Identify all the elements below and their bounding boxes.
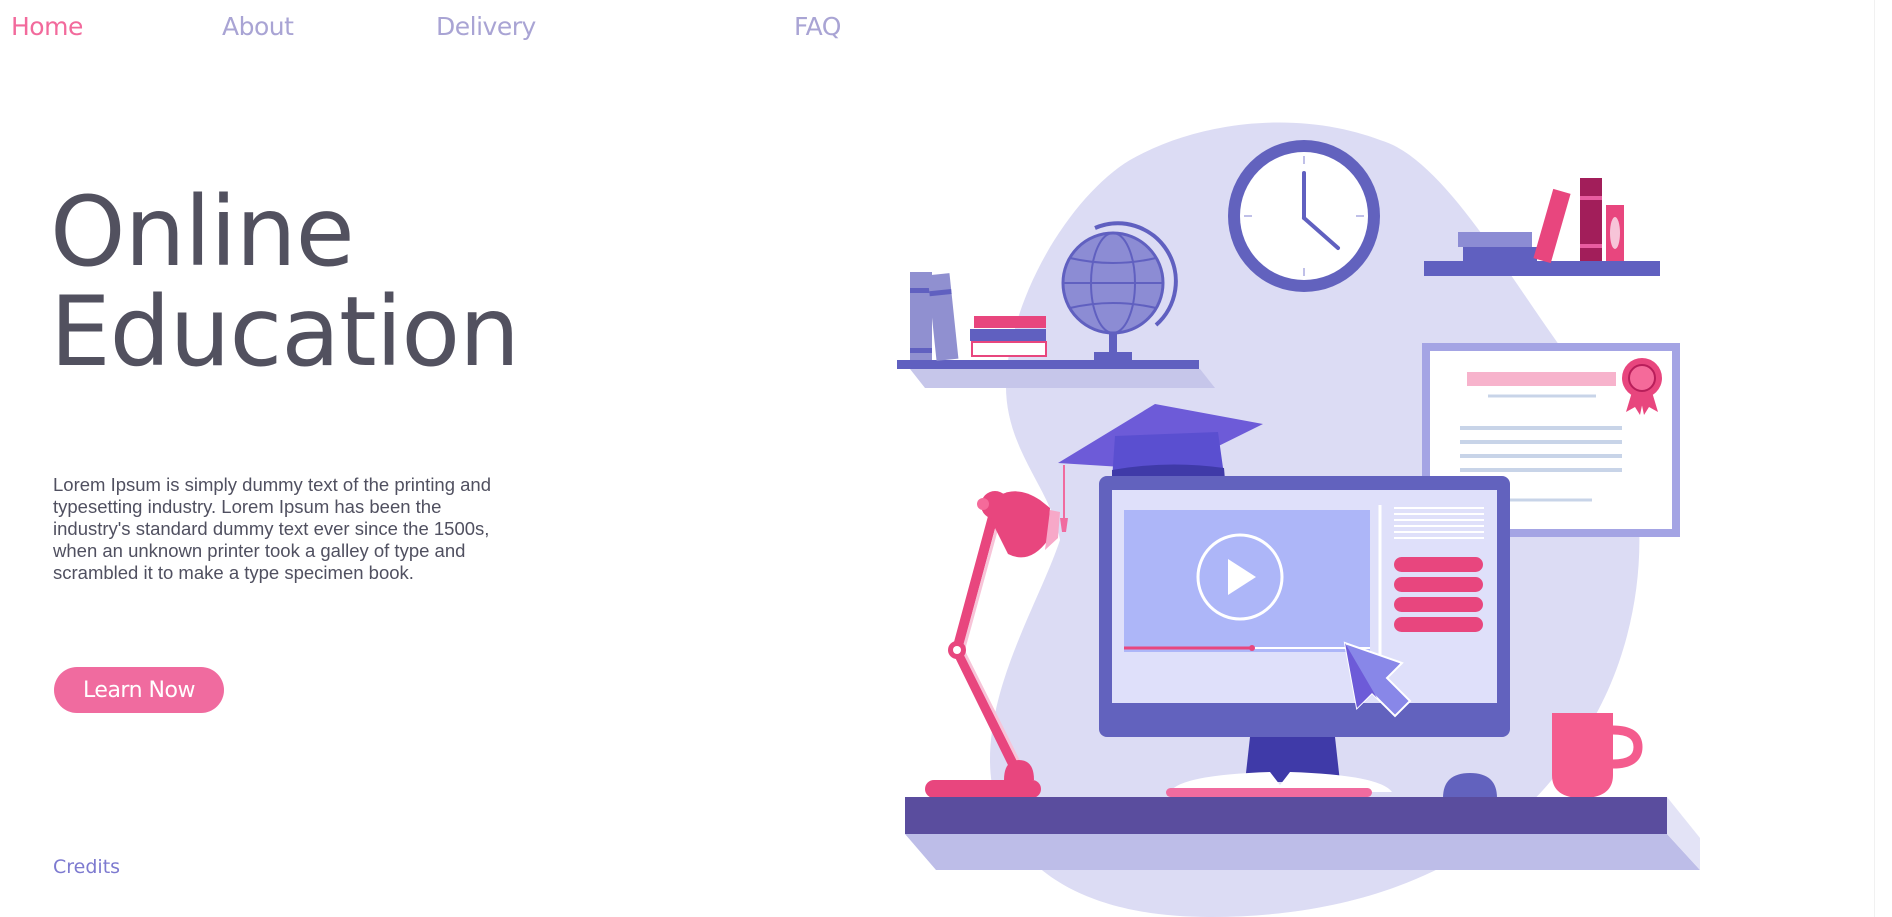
mug-icon (1552, 713, 1643, 798)
online-education-illustration (880, 120, 1720, 917)
credits-link[interactable]: Credits (53, 856, 120, 878)
learn-now-button[interactable]: Learn Now (54, 667, 224, 713)
left-shelf (897, 360, 1199, 369)
desk (905, 797, 1667, 834)
hero-title-line-1: Online (50, 176, 355, 288)
right-shelf (1424, 261, 1660, 276)
hero-description: Lorem Ipsum is simply dummy text of the … (53, 474, 492, 583)
nav-link-faq[interactable]: FAQ (794, 12, 841, 41)
nav-link-delivery[interactable]: Delivery (436, 12, 536, 41)
nav-link-home[interactable]: Home (11, 12, 83, 41)
books-icon (910, 272, 1047, 361)
page-scrollbar[interactable] (1874, 0, 1892, 917)
nav-link-about[interactable]: About (222, 12, 294, 41)
clock-icon (1228, 140, 1380, 292)
hero-title-line-2: Education (50, 276, 520, 388)
hero-title: Online Education (50, 176, 520, 388)
